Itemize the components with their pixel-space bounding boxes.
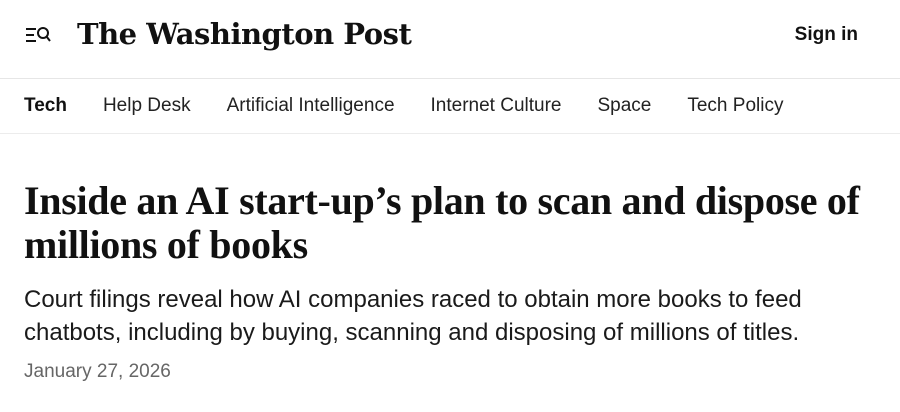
sign-in-button[interactable]: Sign in <box>795 22 858 48</box>
nav-item-tech[interactable]: Tech <box>24 95 67 117</box>
section-nav: Tech Help Desk Artificial Intelligence I… <box>0 79 900 134</box>
nav-item-tech-policy[interactable]: Tech Policy <box>687 95 783 117</box>
nav-item-artificial-intelligence[interactable]: Artificial Intelligence <box>227 95 395 117</box>
article-headline: Inside an AI start-up’s plan to scan and… <box>24 178 860 267</box>
site-logo[interactable]: The Washington Post <box>77 14 412 54</box>
article-header: Inside an AI start-up’s plan to scan and… <box>0 179 900 385</box>
publish-date: January 27, 2026 <box>24 361 171 382</box>
nav-item-internet-culture[interactable]: Internet Culture <box>431 95 562 117</box>
article-subheadline: Court filings reveal how AI companies ra… <box>24 286 802 346</box>
nav-item-help-desk[interactable]: Help Desk <box>103 95 191 117</box>
nav-item-space[interactable]: Space <box>597 95 651 117</box>
site-header: The Washington Post Sign in <box>0 0 900 79</box>
menu-search-icon[interactable] <box>24 22 52 50</box>
